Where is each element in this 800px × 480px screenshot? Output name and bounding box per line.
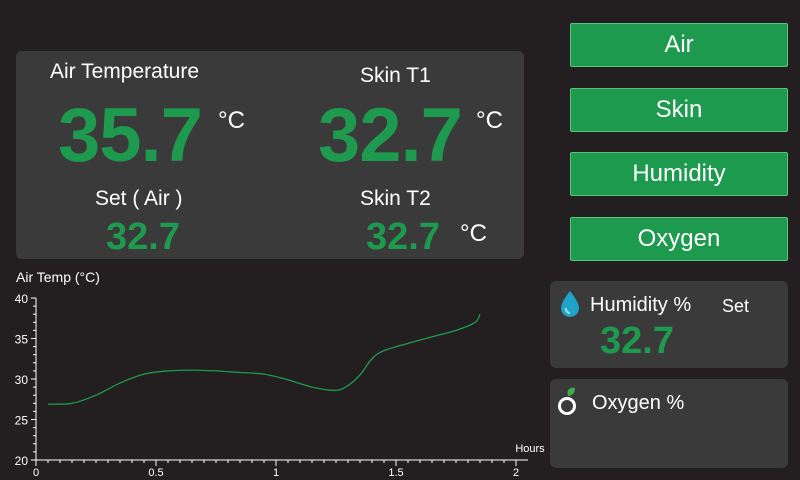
y-tick-label: 35	[15, 333, 29, 347]
air-temperature-label: Air Temperature	[50, 60, 200, 83]
y-tick-label: 40	[15, 292, 29, 306]
oxygen-label: Oxygen %	[592, 392, 685, 414]
chart-title: Air Temp (°C)	[16, 269, 100, 285]
set-air-label: Set ( Air )	[95, 187, 183, 210]
set-air-value: 32.7	[106, 216, 180, 258]
x-tick-label: 0.5	[148, 467, 163, 479]
x-tick-label: 1	[273, 467, 279, 479]
x-axis-label: Hours	[515, 443, 545, 455]
oxygen-icon	[558, 387, 576, 415]
air-temperature-value: 35.7	[58, 93, 203, 178]
y-tick-label: 30	[15, 373, 29, 387]
water-drop-icon	[561, 291, 579, 317]
air-temperature-unit: °C	[218, 107, 245, 134]
skin-t1-label: Skin T1	[360, 64, 431, 87]
x-tick-label: 2	[513, 467, 519, 479]
skin-t2-value: 32.7	[366, 216, 440, 258]
oxygen-button[interactable]: Oxygen	[570, 217, 788, 261]
humidity-set-label: Set	[722, 296, 750, 316]
humidity-label: Humidity %	[590, 294, 692, 316]
x-tick-label: 1.5	[388, 467, 403, 479]
skin-t1-unit: °C	[476, 107, 503, 134]
air-temp-chart: Air Temp (°C) 20 25 30 35 40 0 0.5 1 1.5 2 Hours	[15, 269, 546, 479]
skin-t1-value: 32.7	[318, 93, 463, 178]
humidity-value: 32.7	[600, 320, 674, 362]
air-temp-series-line	[47, 313, 481, 405]
skin-t2-unit: °C	[460, 220, 487, 247]
y-tick-label: 25	[15, 414, 29, 428]
incubator-monitor-screen: Air Temperature 35.7 °C Skin T1 32.7 °C …	[0, 0, 800, 480]
skin-button[interactable]: Skin	[570, 88, 788, 132]
air-button[interactable]: Air	[570, 23, 788, 67]
skin-t2-label: Skin T2	[360, 187, 431, 210]
y-tick-label: 20	[15, 454, 29, 468]
humidity-button[interactable]: Humidity	[570, 152, 788, 196]
x-tick-label: 0	[33, 467, 39, 479]
